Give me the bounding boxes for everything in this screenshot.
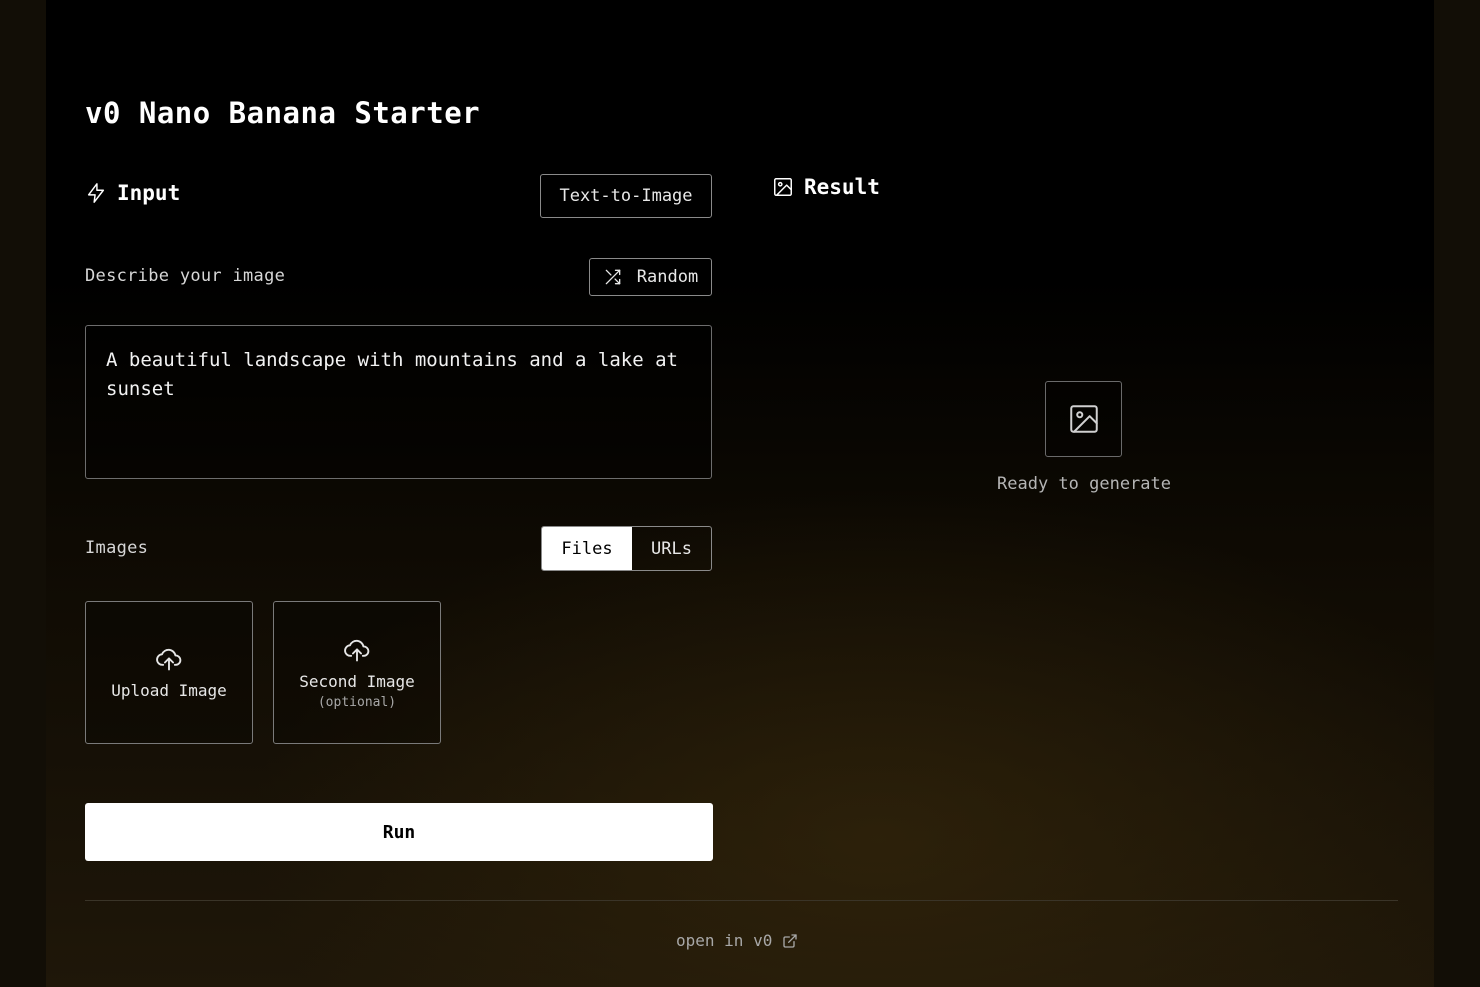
image-icon (774, 178, 792, 196)
bolt-icon (87, 183, 105, 203)
random-button-label: Random (636, 267, 699, 287)
upload-image-label: Upload Image (111, 681, 227, 700)
mode-select-label: Text-to-Image (559, 186, 693, 206)
cloud-upload-icon (156, 648, 182, 671)
prompt-textarea[interactable] (85, 325, 712, 479)
tab-urls[interactable]: URLs (632, 527, 711, 570)
result-placeholder (1045, 381, 1122, 457)
tab-files[interactable]: Files (542, 527, 632, 570)
run-button[interactable]: Run (85, 803, 713, 861)
page-title: v0 Nano Banana Starter (85, 96, 481, 130)
cloud-upload-icon (344, 639, 370, 661)
input-heading-label: Input (117, 181, 181, 205)
mode-select-button[interactable]: Text-to-Image (540, 174, 712, 218)
input-section-heading: Input (85, 181, 180, 205)
upload-image-dropzone[interactable]: Upload Image (85, 601, 253, 744)
footer-divider (85, 900, 1398, 901)
images-label: Images (85, 538, 149, 558)
second-image-optional-note: (optional) (317, 694, 397, 710)
result-heading-label: Result (804, 175, 880, 199)
images-source-toggle: Files URLs (541, 526, 712, 571)
external-link-icon (783, 933, 797, 948)
image-icon (1069, 405, 1098, 433)
second-image-dropzone[interactable]: Second Image (optional) (273, 601, 441, 744)
app-frame: v0 Nano Banana Starter Input Text-to-Ima… (46, 0, 1434, 987)
shuffle-icon (605, 269, 621, 285)
random-button[interactable]: Random (589, 258, 712, 296)
second-image-label: Second Image (299, 671, 415, 691)
result-section-heading: Result (772, 175, 880, 199)
open-in-v0-link[interactable]: open in v0 (676, 931, 798, 950)
result-status-text: Ready to generate (997, 474, 1171, 494)
open-in-v0-label: open in v0 (676, 931, 773, 950)
describe-label: Describe your image (85, 266, 286, 286)
